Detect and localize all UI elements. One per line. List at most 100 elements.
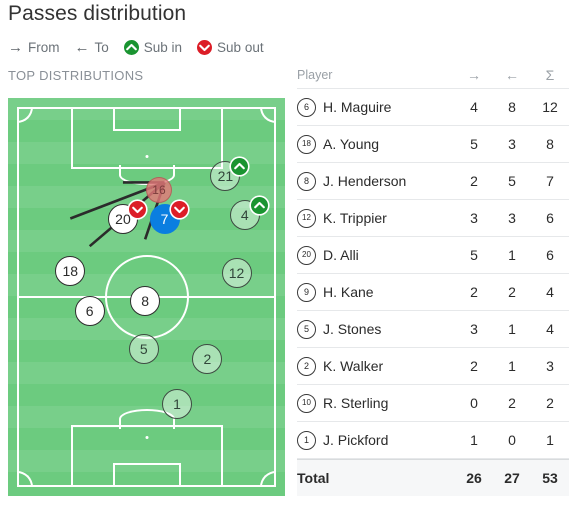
arrow-right-icon: → [8,39,23,56]
player-number: 12 [228,265,245,282]
table-row[interactable]: 20 D. Alli 5 1 6 [297,237,569,274]
sub-in-icon [250,197,268,215]
passes-to: 2 [508,395,516,411]
passes-from: 0 [470,395,478,411]
player-name: R. Sterling [323,395,389,411]
pitch-player-8[interactable]: 8 [130,285,161,316]
pitch-player-6[interactable]: 6 [74,295,105,326]
jersey-number: 5 [297,319,316,339]
pitch-player-1[interactable]: 1 [161,389,192,420]
pitch-player-20[interactable]: 20 [107,201,146,235]
table-row[interactable]: 12 K. Trippier 3 3 6 [297,200,569,237]
passes-from: 2 [470,358,478,374]
passes-from: 3 [470,321,478,337]
jersey-number: 10 [297,393,316,413]
table-row[interactable]: 9 H. Kane 2 2 4 [297,274,569,311]
pitch-player-21[interactable]: 21 [210,157,249,191]
table-row[interactable]: 8 J. Henderson 2 5 7 [297,163,569,200]
player-name: H. Maguire [323,99,392,115]
player-number: 7 [160,211,169,228]
player-number: 6 [85,302,94,319]
passes-from: 5 [470,247,478,263]
passes-to: 3 [508,136,516,152]
passes-to: 1 [508,321,516,337]
pitch-player-12[interactable]: 12 [221,258,252,289]
table-row[interactable]: 2 K. Walker 2 1 3 [297,348,569,385]
table-header-row: Player → ← Σ [297,62,569,89]
player-number: 20 [115,211,131,228]
passes-distribution-panel: Passes distribution → From ← To Sub in Sub ou… [0,0,581,524]
sub-in-icon [123,40,139,55]
legend: → From ← To Sub in Sub out [8,40,264,55]
passes-total: 6 [546,210,554,226]
pitch-map[interactable]: 16 21 4 12 20 7 18 6 8 5 2 1 [8,98,285,496]
passes-total: 1 [546,432,554,448]
passes-total: 2 [546,395,554,411]
pitch-player-2[interactable]: 2 [192,343,223,374]
total-sum: 53 [542,470,558,486]
table-row[interactable]: 5 J. Stones 3 1 4 [297,311,569,348]
table-body: 6 H. Maguire 4 8 12 18 A. Young 5 3 8 8 J. Henderso… [297,89,569,496]
column-header-total: Σ [545,67,555,83]
table-row[interactable]: 1 J. Pickford 1 0 1 [297,422,569,459]
page-title: Passes distribution [8,2,187,25]
arrow-left-icon: ← [74,39,90,56]
passes-from: 1 [470,432,478,448]
six-yard-box-bottom [112,463,181,487]
pitch-player-16[interactable]: 16 [145,176,172,203]
player-name: J. Pickford [323,432,389,448]
player-number: 1 [173,396,181,413]
corner-arc-bottom-left [17,471,33,487]
legend-item-from[interactable]: → From [8,40,60,55]
penalty-spot-bottom [145,436,148,439]
player-name: D. Alli [323,247,359,263]
legend-item-sub-out[interactable]: Sub out [197,40,264,55]
passes-total: 3 [546,358,554,374]
passes-to: 3 [508,210,516,226]
legend-label: From [28,40,60,55]
jersey-number: 2 [297,356,316,376]
passes-from: 3 [470,210,478,226]
passes-to: 2 [508,284,516,300]
passes-from: 2 [470,173,478,189]
legend-label: Sub out [217,40,264,55]
total-to: 27 [504,470,520,486]
player-number: 16 [152,182,166,197]
corner-arc-bottom-right [260,471,276,487]
passes-to: 5 [508,173,516,189]
sub-in-icon [231,157,249,175]
passes-to: 0 [508,432,516,448]
sub-out-icon [170,201,188,219]
player-name: K. Trippier [323,210,387,226]
passes-total: 8 [546,136,554,152]
jersey-number: 8 [297,171,316,191]
player-number: 21 [217,167,234,184]
top-distributions-table: Player → ← Σ 6 H. Maguire 4 8 12 18 A. Young 5 3… [297,62,569,496]
passes-from: 5 [470,136,478,152]
table-row[interactable]: 6 H. Maguire 4 8 12 [297,89,569,126]
player-name: H. Kane [323,284,374,300]
pitch-player-18[interactable]: 18 [55,256,86,287]
column-header-player: Player [297,68,333,82]
pitch-player-7[interactable]: 7 [149,201,188,235]
player-name: J. Stones [323,321,382,337]
legend-label: To [94,40,109,55]
legend-item-to[interactable]: ← To [75,40,109,55]
table-row[interactable]: 18 A. Young 5 3 8 [297,126,569,163]
legend-label: Sub in [143,40,183,55]
player-number: 4 [240,207,249,224]
passes-from: 2 [470,284,478,300]
jersey-number: 9 [297,282,316,302]
pitch-player-5[interactable]: 5 [128,333,159,364]
passes-total: 4 [546,284,554,300]
legend-item-sub-in[interactable]: Sub in [123,40,183,55]
player-number: 2 [203,350,212,367]
passes-total: 4 [546,321,554,337]
player-name: A. Young [323,136,380,152]
table-row[interactable]: 10 R. Sterling 0 2 2 [297,385,569,422]
passes-total: 7 [546,173,554,189]
jersey-number: 12 [297,208,316,228]
pitch-player-4[interactable]: 4 [229,197,268,231]
player-number: 8 [141,292,149,309]
table-total-row: Total 26 27 53 [297,459,569,496]
